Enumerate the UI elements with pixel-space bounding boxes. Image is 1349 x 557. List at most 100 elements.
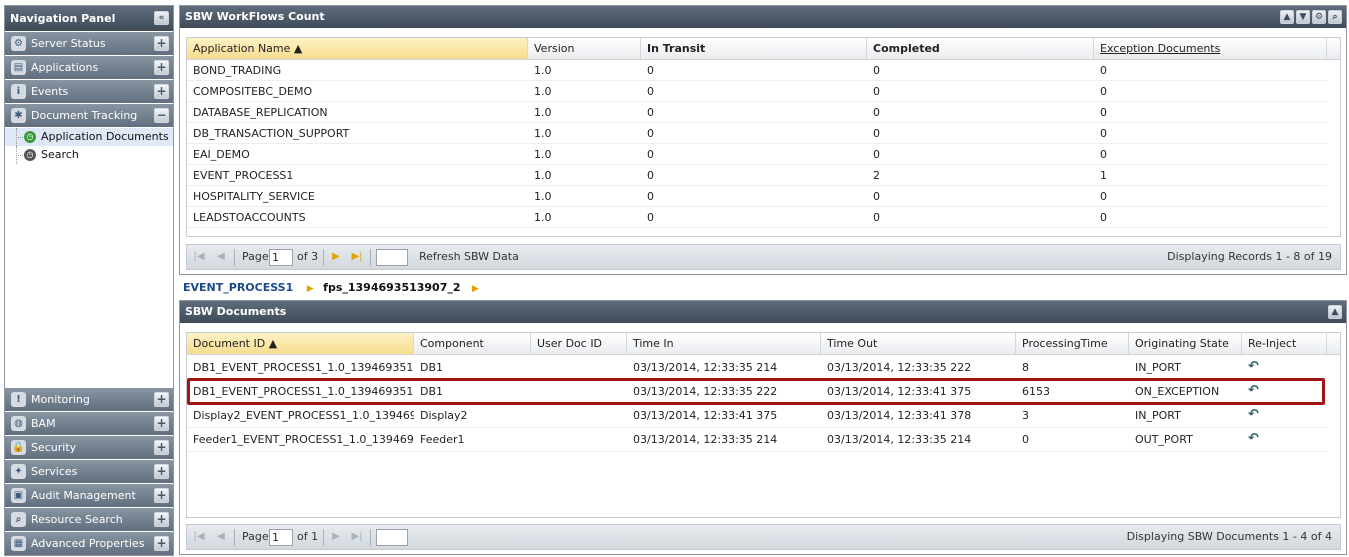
table-cell: 0 bbox=[873, 64, 880, 77]
breadcrumb-link-event-process[interactable]: EVENT_PROCESS1 bbox=[183, 281, 293, 294]
column-header[interactable]: ProcessingTime bbox=[1016, 333, 1129, 354]
next-page-icon[interactable]: ▶ bbox=[330, 251, 342, 263]
nav-item-monitoring[interactable]: ! Monitoring + bbox=[5, 388, 173, 411]
expand-icon[interactable]: + bbox=[154, 488, 169, 503]
column-header[interactable]: Time Out bbox=[821, 333, 1016, 354]
pager-separator bbox=[323, 529, 324, 546]
column-header[interactable]: Time In bbox=[627, 333, 821, 354]
table-row[interactable]: DB1_EVENT_PROCESS1_1.0_1394693513907 DB1 0… bbox=[187, 356, 1327, 380]
subitem-search[interactable]: ◷ Search bbox=[5, 146, 173, 164]
last-page-icon[interactable]: ▶| bbox=[351, 531, 363, 543]
collapse-icon[interactable]: − bbox=[154, 108, 169, 123]
nav-item-resource-search[interactable]: ⌕ Resource Search + bbox=[5, 508, 173, 531]
refresh-sbw-data-button[interactable]: Refresh SBW Data bbox=[419, 245, 519, 269]
table-cell: DB1 bbox=[420, 361, 444, 374]
table-cell: EAI_DEMO bbox=[193, 148, 250, 161]
prev-page-icon[interactable]: ◀ bbox=[215, 531, 227, 543]
table-row[interactable]: DB_TRANSACTION_SUPPORT 1.0 0 0 0 bbox=[187, 123, 1327, 144]
column-header[interactable]: Component bbox=[414, 333, 531, 354]
column-header[interactable]: Document ID ▲ bbox=[187, 333, 414, 354]
nav-item-security[interactable]: 🔒 Security + bbox=[5, 436, 173, 459]
expand-icon[interactable]: + bbox=[154, 392, 169, 407]
table-row[interactable]: Feeder1_EVENT_PROCESS1_1.0_1394693513 Fee… bbox=[187, 428, 1327, 452]
page-size-input[interactable] bbox=[376, 249, 408, 266]
table-cell: 1.0 bbox=[534, 211, 552, 224]
table-row[interactable]: COMPOSITEBC_DEMO 1.0 0 0 0 bbox=[187, 81, 1327, 102]
expand-icon[interactable]: + bbox=[154, 440, 169, 455]
expand-icon[interactable]: + bbox=[154, 512, 169, 527]
documents-display-text: Displaying SBW Documents 1 - 4 of 4 bbox=[1126, 530, 1332, 543]
table-cell bbox=[531, 428, 627, 452]
table-cell: ON_EXCEPTION bbox=[1135, 385, 1220, 398]
page-size-input[interactable] bbox=[376, 529, 408, 546]
reinject-icon[interactable]: ↶ bbox=[1248, 408, 1262, 421]
nav-item-bam[interactable]: ◍ BAM + bbox=[5, 412, 173, 435]
properties-icon: ▦ bbox=[11, 536, 26, 551]
nav-item-document-tracking[interactable]: ✱ Document Tracking − bbox=[5, 104, 173, 127]
reinject-icon[interactable]: ↶ bbox=[1248, 360, 1262, 373]
table-row[interactable]: HOSPITALITY_SERVICE 1.0 0 0 0 bbox=[187, 186, 1327, 207]
column-header[interactable]: User Doc ID bbox=[531, 333, 627, 354]
expand-icon[interactable]: + bbox=[154, 416, 169, 431]
collapse-icon[interactable]: ▲ bbox=[1328, 305, 1342, 319]
expand-icon[interactable]: + bbox=[154, 536, 169, 551]
collapse-icon[interactable]: ▲ bbox=[1280, 10, 1294, 24]
prev-page-icon[interactable]: ◀ bbox=[215, 251, 227, 263]
expand-icon[interactable]: ▼ bbox=[1296, 10, 1310, 24]
table-cell: Feeder1_EVENT_PROCESS1_1.0_1394693513 bbox=[193, 433, 414, 446]
table-row[interactable]: DB1_EVENT_PROCESS1_1.0_1394693513907 DB1 0… bbox=[187, 380, 1327, 404]
lock-icon: 🔒 bbox=[11, 440, 26, 455]
table-row[interactable]: Display2_EVENT_PROCESS1_1.0_1394693513 Di… bbox=[187, 404, 1327, 428]
table-cell: 0 bbox=[647, 85, 654, 98]
column-header[interactable]: Originating State bbox=[1129, 333, 1242, 354]
table-row[interactable]: EVENT_PROCESS1 1.0 0 2 1 bbox=[187, 165, 1327, 186]
table-row[interactable]: LEADSTOACCOUNTS 1.0 0 0 0 bbox=[187, 207, 1327, 228]
workflows-panel: SBW WorkFlows Count ▲ ▼ ⚙ ⌕ Application Nam… bbox=[179, 5, 1347, 275]
table-cell: 0 bbox=[647, 211, 654, 224]
table-cell bbox=[531, 380, 627, 404]
first-page-icon[interactable]: |◀ bbox=[193, 251, 205, 263]
table-cell: 0 bbox=[1100, 148, 1107, 161]
table-cell: HOSPITALITY_SERVICE bbox=[193, 190, 315, 203]
nav-item-label: Document Tracking bbox=[31, 109, 138, 122]
nav-item-label: Server Status bbox=[31, 37, 106, 50]
collapse-panel-icon[interactable]: « bbox=[154, 11, 169, 25]
search-icon: ⌕ bbox=[11, 512, 26, 527]
table-cell: 0 bbox=[873, 127, 880, 140]
subitem-application-documents[interactable]: ◷ Application Documents bbox=[5, 128, 173, 146]
reinject-icon[interactable]: ↶ bbox=[1248, 384, 1262, 397]
gear-icon[interactable]: ⚙ bbox=[1312, 10, 1326, 24]
column-header[interactable]: Exception Documents bbox=[1094, 38, 1327, 59]
first-page-icon[interactable]: |◀ bbox=[193, 531, 205, 543]
column-header[interactable]: Application Name ▲ bbox=[187, 38, 528, 59]
column-header[interactable]: Re-Inject bbox=[1242, 333, 1327, 354]
table-cell: IN_PORT bbox=[1135, 409, 1181, 422]
search-icon[interactable]: ⌕ bbox=[1328, 10, 1342, 24]
documents-page-input[interactable]: 1 bbox=[269, 529, 293, 546]
table-row[interactable]: EAI_DEMO 1.0 0 0 0 bbox=[187, 144, 1327, 165]
workflows-page-input[interactable]: 1 bbox=[269, 249, 293, 266]
table-cell: 0 bbox=[873, 106, 880, 119]
table-row[interactable]: BOND_TRADING 1.0 0 0 0 bbox=[187, 60, 1327, 81]
nav-item-events[interactable]: i Events + bbox=[5, 80, 173, 103]
column-header[interactable]: Completed bbox=[867, 38, 1094, 59]
table-cell: EVENT_PROCESS1 bbox=[193, 169, 294, 182]
table-cell: LEADSTOACCOUNTS bbox=[193, 211, 306, 224]
nav-item-audit-management[interactable]: ▣ Audit Management + bbox=[5, 484, 173, 507]
column-header[interactable]: In Transit bbox=[641, 38, 867, 59]
reinject-icon[interactable]: ↶ bbox=[1248, 432, 1262, 445]
next-page-icon[interactable]: ▶ bbox=[330, 531, 342, 543]
column-header[interactable]: Version bbox=[528, 38, 641, 59]
nav-item-applications[interactable]: ▤ Applications + bbox=[5, 56, 173, 79]
nav-item-services[interactable]: ✦ Services + bbox=[5, 460, 173, 483]
expand-icon[interactable]: + bbox=[154, 60, 169, 75]
nav-item-label: Events bbox=[31, 85, 69, 98]
nav-item-server-status[interactable]: ⚙ Server Status + bbox=[5, 32, 173, 55]
last-page-icon[interactable]: ▶| bbox=[351, 251, 363, 263]
audit-icon: ▣ bbox=[11, 488, 26, 503]
nav-item-advanced-properties[interactable]: ▦ Advanced Properties + bbox=[5, 532, 173, 555]
expand-icon[interactable]: + bbox=[154, 36, 169, 51]
table-row[interactable]: DATABASE_REPLICATION 1.0 0 0 0 bbox=[187, 102, 1327, 123]
expand-icon[interactable]: + bbox=[154, 464, 169, 479]
expand-icon[interactable]: + bbox=[154, 84, 169, 99]
